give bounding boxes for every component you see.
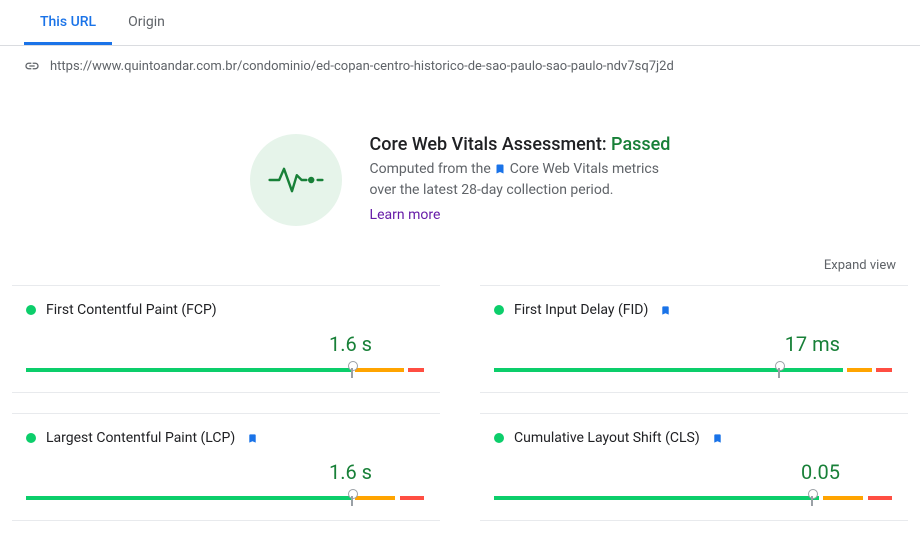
url-text: https://www.quintoandar.com.br/condomini…	[50, 59, 674, 74]
gauge-marker	[351, 362, 353, 378]
link-icon	[24, 58, 40, 74]
metric-value: 1.6 s	[26, 460, 432, 484]
bookmark-icon	[712, 432, 723, 445]
metric-gauge	[26, 490, 432, 504]
metric-name: Largest Contentful Paint (LCP)	[46, 430, 235, 446]
status-dot	[494, 433, 504, 443]
url-bar: https://www.quintoandar.com.br/condomini…	[0, 46, 920, 86]
bookmark-icon	[247, 432, 258, 445]
hero-section: Core Web Vitals Assessment: Passed Compu…	[0, 86, 920, 250]
pulse-icon	[250, 134, 342, 226]
gauge-marker	[351, 490, 353, 506]
bookmark-icon	[660, 304, 671, 317]
metric-card[interactable]: First Input Delay (FID) 17 ms	[480, 285, 908, 393]
metrics-grid: First Contentful Paint (FCP) 1.6 s First I…	[0, 285, 920, 521]
tab-origin[interactable]: Origin	[112, 0, 181, 45]
assessment-title: Core Web Vitals Assessment: Passed	[370, 134, 671, 155]
metric-gauge	[26, 362, 432, 376]
metric-name: Cumulative Layout Shift (CLS)	[514, 430, 700, 446]
metric-value: 17 ms	[494, 332, 900, 356]
metric-card[interactable]: Cumulative Layout Shift (CLS) 0.05	[480, 413, 908, 521]
status-dot	[26, 305, 36, 315]
tabs: This URL Origin	[0, 0, 920, 46]
gauge-marker	[811, 490, 813, 506]
metric-card[interactable]: Largest Contentful Paint (LCP) 1.6 s	[12, 413, 440, 521]
bookmark-icon	[494, 162, 506, 176]
metric-value: 1.6 s	[26, 332, 432, 356]
assessment-desc: Computed from the Core Web Vitals metric…	[370, 159, 670, 201]
metric-card[interactable]: First Contentful Paint (FCP) 1.6 s	[12, 285, 440, 393]
tab-this-url[interactable]: This URL	[24, 0, 112, 45]
hero-text: Core Web Vitals Assessment: Passed Compu…	[370, 134, 671, 223]
assessment-status: Passed	[611, 134, 670, 155]
metric-name: First Input Delay (FID)	[514, 302, 648, 318]
status-dot	[26, 433, 36, 443]
status-dot	[494, 305, 504, 315]
metric-gauge	[494, 490, 900, 504]
metric-value: 0.05	[494, 460, 900, 484]
gauge-marker	[778, 362, 780, 378]
metric-name: First Contentful Paint (FCP)	[46, 302, 217, 318]
expand-view-button[interactable]: Expand view	[824, 258, 896, 273]
metric-gauge	[494, 362, 900, 376]
learn-more-link[interactable]: Learn more	[370, 207, 441, 223]
